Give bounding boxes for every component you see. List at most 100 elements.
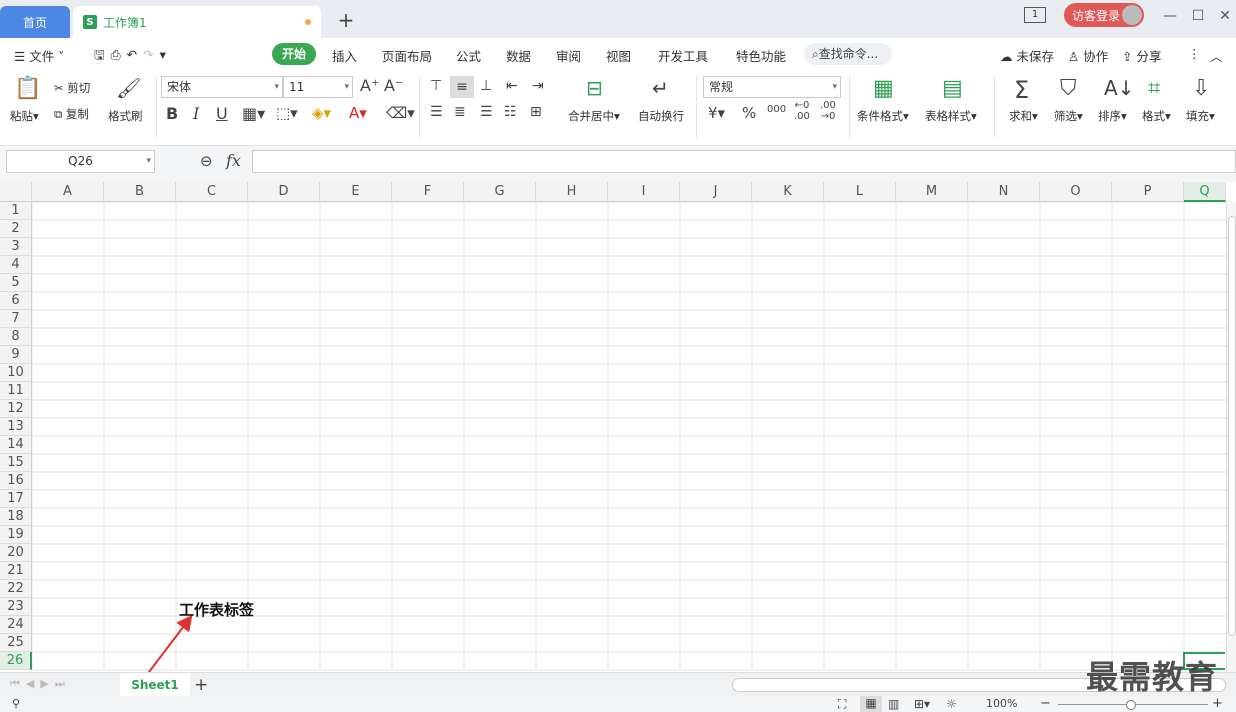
row-header-13[interactable]: 13 (0, 418, 32, 436)
name-box[interactable]: Q26 (6, 150, 155, 173)
page-break-view-icon[interactable]: ⊞▾ (914, 697, 930, 711)
fill-color-icon[interactable]: ◈▾ (312, 104, 331, 122)
column-header-n[interactable]: N (968, 182, 1040, 202)
decrease-decimal-icon[interactable]: .00 →0 (820, 100, 836, 122)
more-icon[interactable]: ⋮ (1188, 46, 1201, 61)
tab-page-layout[interactable]: 页面布局 (382, 46, 432, 65)
tab-view[interactable]: 视图 (606, 46, 631, 65)
select-all-corner[interactable] (0, 182, 32, 202)
distribute-icon[interactable]: ⊞ (530, 104, 542, 120)
percent-button[interactable]: % (742, 104, 756, 122)
wrap-text-button[interactable]: 自动换行 (638, 108, 684, 124)
increase-indent-icon[interactable]: ⇥ (532, 78, 544, 94)
row-header-23[interactable]: 23 (0, 598, 32, 616)
maximize-icon[interactable]: ☐ (1189, 8, 1207, 24)
clear-format-icon[interactable]: ⌫▾ (386, 104, 415, 122)
page-count-icon[interactable]: 1 (1024, 7, 1046, 23)
page-layout-view-icon[interactable]: ▥ (888, 697, 899, 711)
column-header-k[interactable]: K (752, 182, 824, 202)
row-header-7[interactable]: 7 (0, 310, 32, 328)
guest-login-button[interactable]: 访客登录 (1064, 3, 1144, 27)
customize-icon[interactable]: ▾ (160, 47, 172, 62)
paste-icon[interactable]: 📋 (14, 76, 41, 101)
print-icon[interactable]: ⎙ (111, 47, 127, 62)
location-icon[interactable]: ⚲ (12, 697, 20, 710)
row-header-25[interactable]: 25 (0, 634, 32, 652)
fullscreen-icon[interactable]: ⛶ (838, 697, 846, 712)
thousands-button[interactable]: 000 (767, 104, 786, 115)
justify-icon[interactable]: ☷ (504, 104, 517, 120)
format-painter-button[interactable]: 格式刷 (108, 108, 143, 124)
row-header-5[interactable]: 5 (0, 274, 32, 292)
row-header-20[interactable]: 20 (0, 544, 32, 562)
tab-home[interactable]: 首页 (0, 6, 70, 38)
number-format-select[interactable]: 常规 (703, 76, 841, 98)
currency-button[interactable]: ¥▾ (708, 104, 725, 122)
close-icon[interactable]: ✕ (1216, 8, 1234, 24)
merge-center-button[interactable]: 合并居中▾ (568, 108, 620, 124)
align-middle-icon[interactable]: ≡ (450, 76, 474, 98)
normal-view-icon[interactable]: ▦ (860, 696, 882, 712)
merge-icon[interactable]: ⊟ (586, 76, 603, 100)
font-size-select[interactable]: 11 (283, 76, 353, 98)
decrease-font-icon[interactable]: A⁻ (384, 76, 403, 95)
zoom-slider-handle[interactable] (1126, 700, 1136, 710)
column-header-f[interactable]: F (392, 182, 464, 202)
filter-icon[interactable]: ⛉ (1060, 76, 1077, 101)
filter-button[interactable]: 筛选▾ (1054, 108, 1083, 124)
row-header-19[interactable]: 19 (0, 526, 32, 544)
column-header-g[interactable]: G (464, 182, 536, 202)
fill-down-icon[interactable]: ⇩ (1192, 76, 1210, 101)
zoom-in-icon[interactable]: + (1212, 696, 1223, 711)
column-header-l[interactable]: L (824, 182, 896, 202)
unsaved-button[interactable]: ☁ 未保存 (1000, 46, 1054, 65)
zoom-search-icon[interactable]: ⊖ (200, 152, 213, 170)
column-header-j[interactable]: J (680, 182, 752, 202)
vertical-scroll-thumb[interactable] (1228, 216, 1236, 636)
row-header-24[interactable]: 24 (0, 616, 32, 634)
tab-home-ribbon[interactable]: 开始 (272, 43, 316, 65)
column-header-h[interactable]: H (536, 182, 608, 202)
row-header-4[interactable]: 4 (0, 256, 32, 274)
align-top-icon[interactable]: ⊤ (430, 78, 442, 94)
sort-icon[interactable]: A↓ (1104, 76, 1134, 100)
tab-formulas[interactable]: 公式 (456, 46, 481, 65)
row-header-3[interactable]: 3 (0, 238, 32, 256)
format-icon[interactable]: ⌗ (1148, 76, 1160, 101)
row-header-9[interactable]: 9 (0, 346, 32, 364)
tab-review[interactable]: 审阅 (556, 46, 581, 65)
paste-button[interactable]: 粘贴▾ (10, 108, 39, 124)
column-header-c[interactable]: C (176, 182, 248, 202)
decrease-indent-icon[interactable]: ⇤ (506, 78, 518, 94)
minimize-icon[interactable]: — (1161, 8, 1179, 24)
font-color-icon[interactable]: A▾ (349, 104, 367, 122)
row-header-18[interactable]: 18 (0, 508, 32, 526)
align-center-icon[interactable]: ≣ (454, 104, 466, 120)
cut-button[interactable]: ✂ 剪切 (54, 80, 90, 96)
sheet-nav-icon[interactable]: ⏮◀▶⏭ (10, 677, 71, 691)
row-header-11[interactable]: 11 (0, 382, 32, 400)
italic-button[interactable]: I (193, 104, 199, 123)
increase-decimal-icon[interactable]: ←0.00 (794, 100, 810, 122)
spreadsheet-grid[interactable]: ABCDEFGHIJKLMNOPQ 1 2 3 4 5 6 7 8 9 10 11 12 13 14 15 1… (0, 182, 1236, 672)
file-menu[interactable]: ☰ 文件 ˅ (14, 46, 64, 65)
align-right-icon[interactable]: ☰ (480, 104, 493, 120)
column-header-m[interactable]: M (896, 182, 968, 202)
function-button[interactable]: fx (226, 151, 241, 170)
fill-button[interactable]: 填充▾ (1186, 108, 1215, 124)
zoom-out-icon[interactable]: − (1040, 696, 1051, 711)
formula-input[interactable] (252, 150, 1236, 173)
column-header-e[interactable]: E (320, 182, 392, 202)
save-icon[interactable]: 🖫 (94, 47, 111, 62)
align-left-icon[interactable]: ☰ (430, 104, 443, 120)
row-header-10[interactable]: 10 (0, 364, 32, 382)
command-search[interactable]: ⌕查找命令... (804, 43, 892, 65)
add-sheet-button[interactable]: + (194, 673, 208, 697)
vertical-scrollbar[interactable] (1226, 202, 1236, 672)
row-header-22[interactable]: 22 (0, 580, 32, 598)
row-header-17[interactable]: 17 (0, 490, 32, 508)
column-header-i[interactable]: I (608, 182, 680, 202)
row-header-6[interactable]: 6 (0, 292, 32, 310)
bold-button[interactable]: B (166, 104, 178, 123)
collaborate-button[interactable]: ♙ 协作 (1068, 46, 1108, 65)
